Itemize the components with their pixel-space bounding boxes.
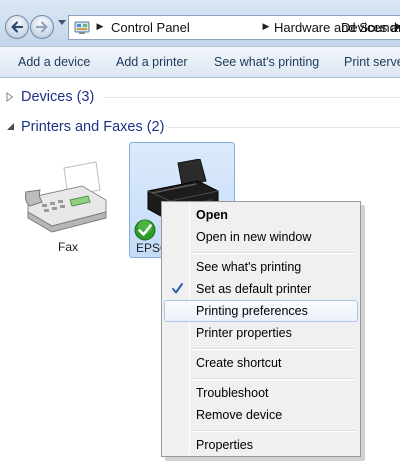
forward-button[interactable] (30, 15, 54, 39)
fax-device[interactable]: Fax (12, 158, 120, 258)
menu-item-label: Properties (196, 438, 253, 452)
breadcrumb-separator-icon[interactable]: ▶ (93, 16, 107, 39)
add-a-printer-button[interactable]: Add a printer (116, 47, 188, 78)
menu-item-open[interactable]: Open (164, 204, 358, 226)
menu-item-printing-preferences[interactable]: Printing preferences (164, 300, 358, 322)
expand-arrow-icon (6, 92, 14, 102)
menu-item-remove-device[interactable]: Remove device (164, 404, 358, 426)
collapse-arrow-icon (7, 123, 14, 130)
menu-item-label: Create shortcut (196, 356, 282, 370)
printers-group-label: Printers and Faxes (2) (21, 119, 165, 135)
breadcrumb-separator-icon[interactable]: ▶ (259, 16, 273, 39)
devices-group-header[interactable]: Devices (3) (0, 86, 400, 108)
fax-machine-icon (25, 161, 107, 233)
group-divider (103, 97, 400, 98)
menu-item-label: Troubleshoot (196, 386, 269, 400)
menu-item-set-as-default-printer[interactable]: Set as default printer (164, 278, 358, 300)
menu-item-create-shortcut[interactable]: Create shortcut (164, 352, 358, 374)
menu-separator (192, 430, 356, 432)
back-button[interactable] (5, 15, 29, 39)
menu-item-label: Printing preferences (196, 304, 308, 318)
context-menu: Open Open in new window See what's print… (161, 201, 361, 457)
fax-label: Fax (58, 240, 79, 254)
devices-group-label: Devices (3) (21, 89, 95, 105)
default-printer-check-icon (134, 219, 156, 241)
menu-item-label: Printer properties (196, 326, 292, 340)
breadcrumb-control-panel[interactable]: Control Panel (111, 16, 190, 39)
arrow-left-icon (11, 21, 24, 33)
menu-separator (192, 378, 356, 380)
menu-item-open-in-new-window[interactable]: Open in new window (164, 226, 358, 248)
menu-separator (192, 348, 356, 350)
checkmark-icon (172, 283, 183, 294)
menu-item-label: Set as default printer (196, 282, 312, 296)
add-a-device-button[interactable]: Add a device (18, 47, 90, 78)
group-divider (168, 127, 400, 128)
menu-item-label: Remove device (196, 408, 283, 422)
arrow-right-icon (35, 21, 48, 33)
menu-item-see-whats-printing[interactable]: See what's printing (164, 256, 358, 278)
menu-item-label: Open (196, 208, 228, 222)
recent-pages-dropdown-icon[interactable] (58, 20, 66, 26)
menu-item-label: Open in new window (196, 230, 312, 244)
menu-item-printer-properties[interactable]: Printer properties (164, 322, 358, 344)
control-panel-icon (74, 21, 90, 34)
print-server-properties-button[interactable]: Print serve (344, 47, 400, 78)
printers-group-header[interactable]: Printers and Faxes (2) (0, 116, 400, 138)
address-bar-area: ▶ Control Panel ▶ Hardware and Sound ▶ D… (0, 0, 400, 46)
menu-item-properties[interactable]: Properties (164, 434, 358, 456)
see-whats-printing-button[interactable]: See what's printing (214, 47, 319, 78)
command-bar: Add a device Add a printer See what's pr… (0, 46, 400, 78)
menu-item-troubleshoot[interactable]: Troubleshoot (164, 382, 358, 404)
menu-separator (192, 252, 356, 254)
menu-item-label: See what's printing (196, 260, 302, 274)
address-box[interactable]: ▶ Control Panel ▶ Hardware and Sound ▶ D… (68, 15, 400, 40)
breadcrumb-devices-and-printers[interactable]: Devices and (341, 16, 400, 39)
